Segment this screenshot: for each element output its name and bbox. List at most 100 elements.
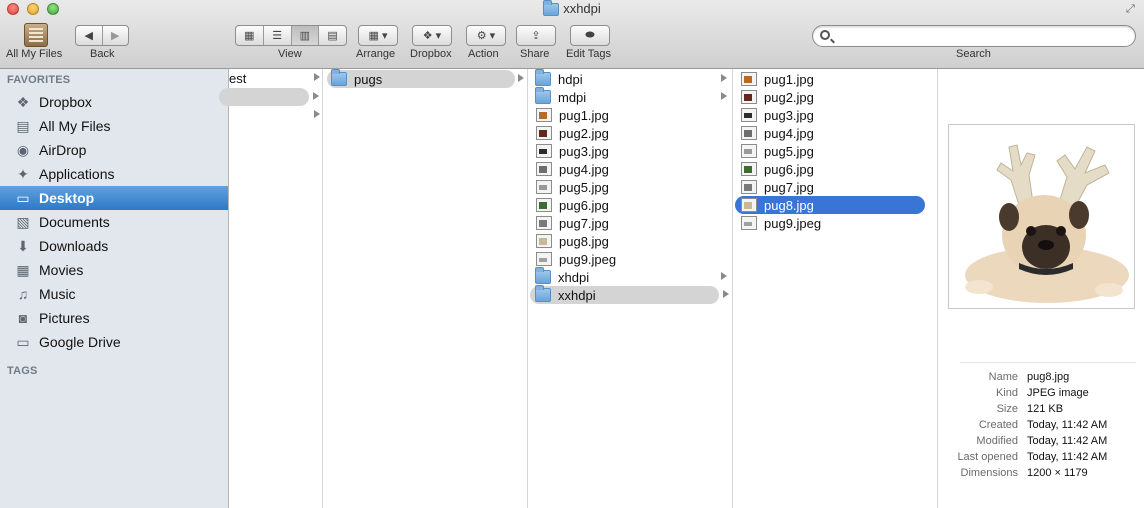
cover-flow-button[interactable]: ▤ bbox=[319, 26, 346, 45]
sidebar-item-airdrop[interactable]: ◉ AirDrop bbox=[0, 138, 228, 162]
info-row-size: Size 121 KB bbox=[938, 403, 1144, 419]
dropbox-button[interactable]: ❖ ▾ bbox=[412, 25, 452, 46]
sidebar-item-label: Google Drive bbox=[39, 334, 121, 350]
list-item[interactable]: pug2.jpg bbox=[532, 124, 730, 142]
action-label: Action bbox=[468, 48, 499, 60]
list-item[interactable] bbox=[229, 106, 323, 124]
list-item-label: pug9.jpeg bbox=[559, 251, 617, 267]
list-view-button[interactable]: ☰ bbox=[264, 26, 292, 45]
applications-icon: ✦ bbox=[17, 165, 29, 182]
folder-icon: ▭ bbox=[16, 333, 30, 350]
folder-icon bbox=[535, 69, 551, 86]
list-item[interactable]: pug1.jpg bbox=[532, 106, 730, 124]
action-button[interactable]: ⚙ ▾ bbox=[466, 25, 506, 46]
list-item[interactable]: xhdpi bbox=[532, 267, 730, 286]
sidebar-item-movies[interactable]: ▦ Movies bbox=[0, 258, 228, 282]
list-item-label: pug5.jpg bbox=[764, 143, 814, 159]
edit-tags-button[interactable]: ⬬ bbox=[570, 25, 610, 46]
list-item-label: pug3.jpg bbox=[764, 107, 814, 123]
sidebar-item-documents[interactable]: ▧ Documents bbox=[0, 210, 228, 234]
info-row-last-opened: Last opened Today, 11:42 AM bbox=[938, 451, 1144, 467]
list-item[interactable]: pug7.jpg bbox=[737, 178, 925, 196]
sidebar-item-applications[interactable]: ✦ Applications bbox=[0, 162, 228, 186]
info-value: pug8.jpg bbox=[1027, 371, 1070, 383]
info-value: Today, 11:42 AM bbox=[1027, 419, 1108, 431]
list-item[interactable] bbox=[219, 88, 309, 106]
folder-icon bbox=[543, 0, 560, 16]
fullscreen-icon[interactable]: ⤢ bbox=[1126, 3, 1138, 15]
back-button[interactable]: ◀ bbox=[76, 26, 103, 45]
list-item[interactable]: est bbox=[229, 69, 323, 87]
sidebar-item-all-my-files[interactable]: ▤ All My Files bbox=[0, 114, 228, 138]
all-files-icon: ▤ bbox=[16, 117, 30, 134]
search-field[interactable] bbox=[812, 25, 1136, 47]
folder-icon bbox=[535, 87, 551, 104]
sidebar-item-label: Documents bbox=[39, 214, 110, 230]
search-input[interactable] bbox=[835, 28, 1125, 44]
info-key: Created bbox=[978, 419, 1018, 431]
list-item[interactable]: pug3.jpg bbox=[532, 142, 730, 160]
share-button[interactable]: ⇪ bbox=[516, 25, 556, 46]
image-file-icon bbox=[536, 108, 552, 122]
list-item-label: pug7.jpg bbox=[559, 215, 609, 231]
chevron-right-icon bbox=[721, 92, 727, 100]
image-file-icon bbox=[741, 90, 757, 104]
sidebar-item-label: Downloads bbox=[39, 238, 109, 254]
info-row-dimensions: Dimensions 1200 × 1179 bbox=[938, 467, 1144, 483]
sidebar-item-label: Music bbox=[39, 286, 76, 302]
forward-button[interactable]: ▶ bbox=[103, 26, 129, 45]
info-row-created: Created Today, 11:42 AM bbox=[938, 419, 1144, 435]
list-item-label: pug2.jpg bbox=[559, 125, 609, 141]
sidebar-item-google-drive[interactable]: ▭ Google Drive bbox=[0, 330, 228, 354]
sidebar-item-downloads[interactable]: ⬇ Downloads bbox=[0, 234, 228, 258]
list-item[interactable]: pug4.jpg bbox=[737, 124, 925, 142]
all-my-files-icon[interactable] bbox=[24, 23, 48, 47]
column-view-button[interactable]: ▥ bbox=[291, 26, 320, 45]
list-item[interactable]: hdpi bbox=[532, 69, 730, 88]
list-item[interactable]: pug5.jpg bbox=[737, 142, 925, 160]
list-item[interactable]: pug6.jpg bbox=[737, 160, 925, 178]
sidebar-item-desktop[interactable]: ▭ Desktop bbox=[0, 186, 228, 210]
list-item[interactable]: pug1.jpg bbox=[737, 70, 925, 88]
list-item[interactable]: pug5.jpg bbox=[532, 178, 730, 196]
pictures-icon: ◙ bbox=[18, 310, 28, 326]
image-file-icon bbox=[536, 144, 552, 158]
list-item-label: pug1.jpg bbox=[559, 107, 609, 123]
list-item-label: pug8.jpg bbox=[559, 233, 609, 249]
image-file-icon bbox=[741, 126, 757, 140]
list-item[interactable]: pug3.jpg bbox=[737, 106, 925, 124]
info-key: Name bbox=[988, 371, 1018, 383]
list-item[interactable]: pug9.jpeg bbox=[532, 250, 730, 268]
all-my-files-label: All My Files bbox=[6, 48, 63, 60]
sidebar-item-dropbox[interactable]: ❖ Dropbox bbox=[0, 90, 228, 114]
sidebar-item-label: Movies bbox=[39, 262, 84, 278]
list-item[interactable]: pug6.jpg bbox=[532, 196, 730, 214]
list-item[interactable]: pug7.jpg bbox=[532, 214, 730, 232]
toolbar: xxhdpi ⤢ All My Files ◀ ▶ Back ▦ ☰ ▥ ▤ V… bbox=[0, 0, 1144, 69]
list-item-pugs[interactable]: pugs bbox=[327, 69, 515, 88]
image-file-icon bbox=[741, 72, 757, 86]
image-file-icon bbox=[741, 216, 757, 230]
arrange-button[interactable]: ▦ ▾ bbox=[358, 25, 398, 46]
image-preview bbox=[948, 124, 1135, 309]
list-item[interactable]: pug2.jpg bbox=[737, 88, 925, 106]
sidebar-item-music[interactable]: ♫ Music bbox=[0, 282, 228, 306]
list-item[interactable]: pug8.jpg bbox=[532, 232, 730, 250]
preview-pane: Name pug8.jpg Kind JPEG image Size 121 K… bbox=[938, 69, 1144, 508]
chevron-right-icon bbox=[721, 272, 727, 280]
sidebar-item-label: Pictures bbox=[39, 310, 90, 326]
list-item-label: pug6.jpg bbox=[559, 197, 609, 213]
pug-with-antlers-image bbox=[965, 144, 1129, 303]
list-item-selected[interactable]: pug8.jpg bbox=[735, 196, 925, 214]
list-item[interactable]: pug4.jpg bbox=[532, 160, 730, 178]
back-label: Back bbox=[90, 48, 115, 60]
sidebar: FAVORITES ❖ Dropbox ▤ All My Files ◉ Air… bbox=[0, 69, 229, 508]
chevron-right-icon bbox=[314, 110, 320, 118]
sidebar-item-pictures[interactable]: ◙ Pictures bbox=[0, 306, 228, 330]
dropbox-icon: ❖ bbox=[16, 93, 30, 110]
icon-view-button[interactable]: ▦ bbox=[236, 26, 264, 45]
list-item-label: xxhdpi bbox=[558, 287, 596, 303]
list-item[interactable]: mdpi bbox=[532, 87, 730, 106]
list-item[interactable]: pug9.jpeg bbox=[737, 214, 925, 232]
list-item-xxhdpi[interactable]: xxhdpi bbox=[530, 285, 719, 304]
